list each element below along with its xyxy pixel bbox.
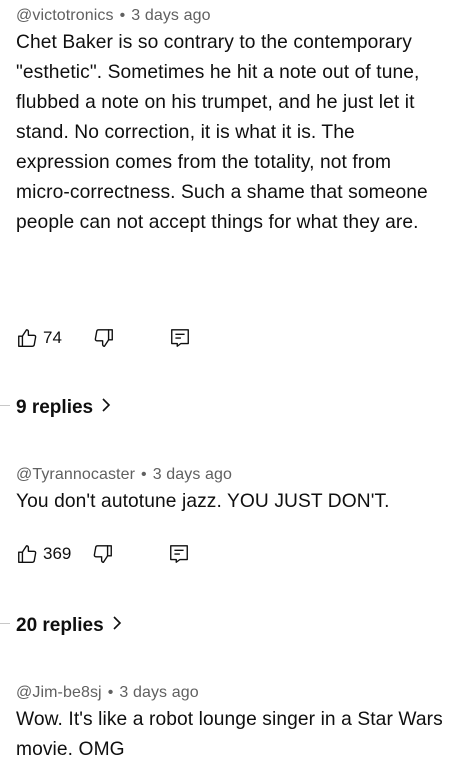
view-replies-button[interactable]: 20 replies bbox=[16, 615, 122, 637]
reply-icon bbox=[169, 327, 191, 349]
comment-meta: @Jim-be8sj • 3 days ago bbox=[16, 683, 445, 703]
comment-actions: 369 bbox=[16, 538, 190, 570]
comment: @victotronics • 3 days ago Chet Baker is s… bbox=[16, 6, 445, 238]
reply-button[interactable] bbox=[168, 543, 190, 565]
separator-dot: • bbox=[141, 466, 147, 483]
comment: @Jim-be8sj • 3 days ago Wow. It's like a r… bbox=[16, 683, 445, 765]
replies-label: 9 replies bbox=[16, 397, 94, 418]
comment-text: Wow. It's like a robot lounge singer in … bbox=[16, 709, 443, 760]
comment-meta: @Tyrannocaster • 3 days ago bbox=[16, 465, 445, 485]
comment-time: 3 days ago bbox=[152, 466, 233, 483]
like-button[interactable]: 369 bbox=[16, 543, 71, 565]
comment-actions: 74 bbox=[16, 322, 191, 354]
reply-button[interactable] bbox=[169, 327, 191, 349]
dislike-button[interactable] bbox=[92, 543, 114, 565]
like-count: 74 bbox=[43, 328, 62, 347]
chevron-right-icon bbox=[101, 397, 111, 419]
comment-meta: @victotronics • 3 days ago bbox=[16, 6, 445, 26]
thread-connector bbox=[0, 405, 10, 406]
comment-author[interactable]: @Tyrannocaster bbox=[16, 466, 135, 483]
thumbs-down-icon bbox=[92, 543, 114, 565]
dislike-button[interactable] bbox=[93, 327, 115, 349]
comment-author[interactable]: @victotronics bbox=[16, 7, 114, 24]
comment-time: 3 days ago bbox=[131, 7, 211, 24]
like-button[interactable]: 74 bbox=[16, 327, 62, 349]
thumbs-down-icon bbox=[93, 327, 115, 349]
comment-author[interactable]: @Jim-be8sj bbox=[16, 684, 102, 701]
view-replies-button[interactable]: 9 replies bbox=[16, 397, 111, 419]
thread-connector bbox=[0, 623, 10, 624]
separator-dot: • bbox=[107, 684, 114, 701]
thumbs-up-icon bbox=[16, 543, 38, 565]
replies-label: 20 replies bbox=[16, 615, 104, 636]
comment-time: 3 days ago bbox=[119, 684, 199, 701]
comment-text: You don't autotune jazz. YOU JUST DON'T. bbox=[16, 491, 390, 512]
chevron-right-icon bbox=[112, 615, 122, 637]
separator-dot: • bbox=[119, 7, 126, 24]
like-count: 369 bbox=[43, 544, 72, 563]
comment-text: Chet Baker is so contrary to the contemp… bbox=[16, 32, 428, 233]
comments-list: @victotronics • 3 days ago Chet Baker is s… bbox=[0, 0, 453, 780]
thumbs-up-icon bbox=[16, 327, 38, 349]
reply-icon bbox=[168, 543, 190, 565]
comment: @Tyrannocaster • 3 days ago You don't auto… bbox=[16, 465, 445, 517]
